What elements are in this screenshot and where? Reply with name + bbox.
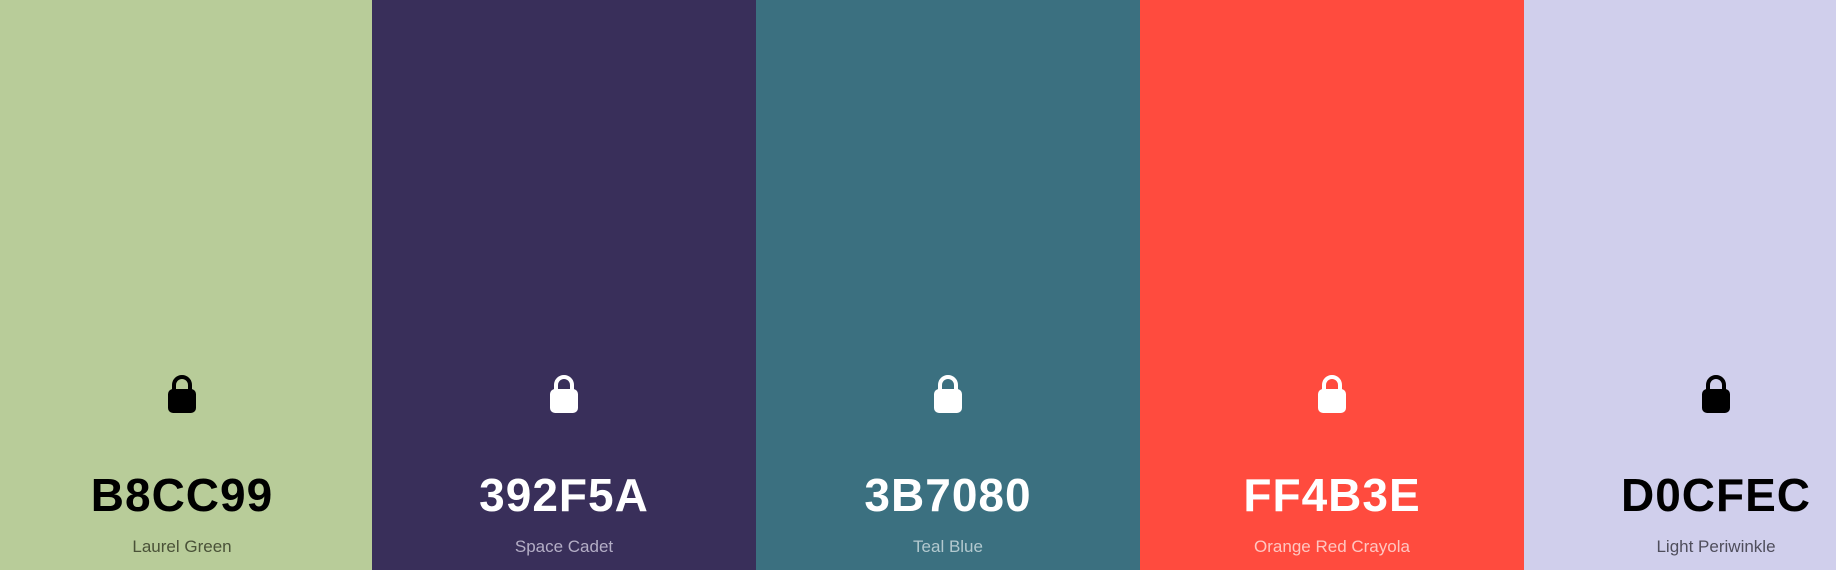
lock-icon[interactable] (1700, 374, 1732, 414)
hex-code[interactable]: D0CFEC (1621, 468, 1811, 522)
swatch-teal-blue[interactable]: 3B7080 Teal Blue (756, 0, 1140, 570)
swatch-light-periwinkle[interactable]: D0CFEC Light Periwinkle (1524, 0, 1836, 570)
color-name: Laurel Green (132, 537, 232, 556)
color-name: Light Periwinkle (1656, 537, 1776, 556)
lock-icon[interactable] (1316, 374, 1348, 414)
color-name: Space Cadet (514, 537, 614, 556)
hex-code[interactable]: FF4B3E (1243, 468, 1420, 522)
swatch-space-cadet[interactable]: 392F5A Space Cadet (372, 0, 756, 570)
color-palette: B8CC99 Laurel Green 392F5A Space Cadet 3… (0, 0, 1836, 570)
lock-icon[interactable] (166, 374, 198, 414)
color-name: Teal Blue (913, 537, 983, 556)
lock-icon[interactable] (932, 374, 964, 414)
swatch-orange-red-crayola[interactable]: FF4B3E Orange Red Crayola (1140, 0, 1524, 570)
hex-code[interactable]: 3B7080 (864, 468, 1031, 522)
swatch-laurel-green[interactable]: B8CC99 Laurel Green (0, 0, 372, 570)
hex-code[interactable]: B8CC99 (91, 468, 273, 522)
color-name: Orange Red Crayola (1254, 537, 1410, 556)
hex-code[interactable]: 392F5A (479, 468, 649, 522)
lock-icon[interactable] (548, 374, 580, 414)
